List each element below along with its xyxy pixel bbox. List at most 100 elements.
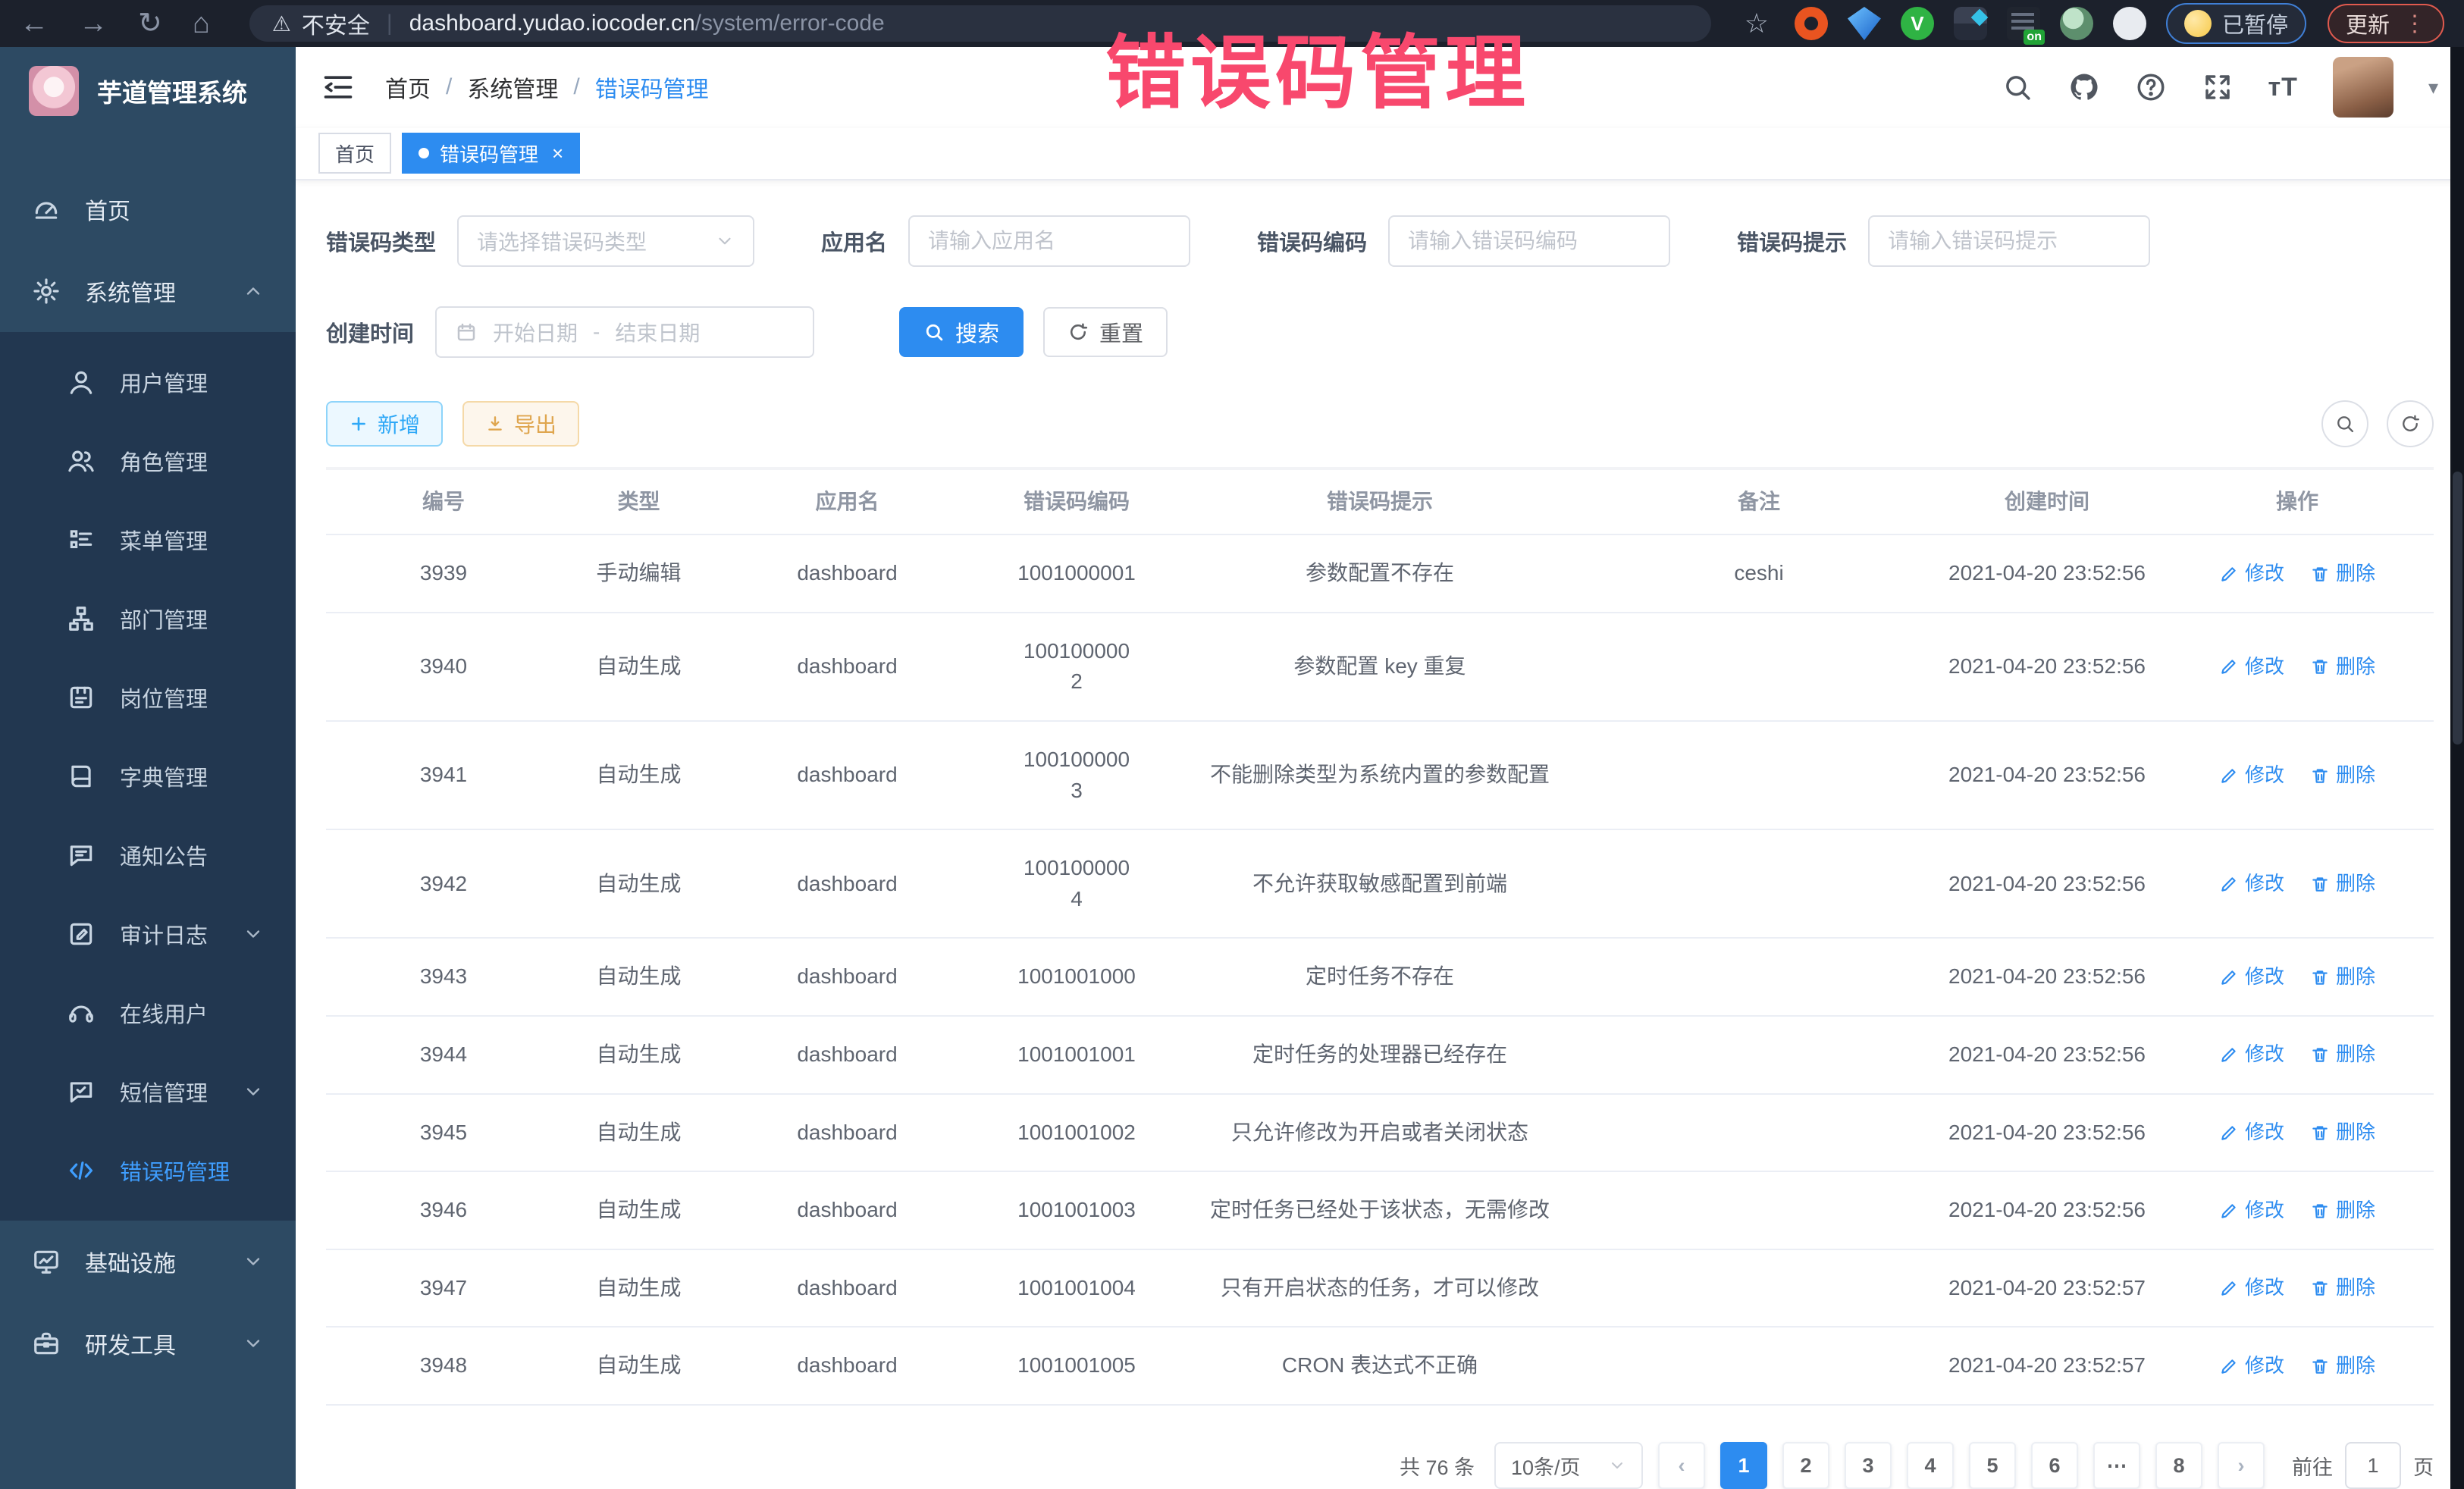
filter-app-name: 应用名 <box>821 215 1190 267</box>
search-button[interactable]: 搜索 <box>899 307 1024 357</box>
sidebar-item-infrastructure[interactable]: 基础设施 <box>0 1221 296 1302</box>
edit-link[interactable]: 修改 <box>2219 963 2284 992</box>
export-button[interactable]: 导出 <box>462 401 579 447</box>
avatar-caret-icon[interactable]: ▾ <box>2428 76 2438 99</box>
page-button-1[interactable]: 1 <box>1720 1442 1767 1489</box>
font-size-icon[interactable]: тT <box>2268 73 2298 102</box>
browser-update-button[interactable]: 更新 ⋮ <box>2328 4 2444 43</box>
sidebar-item-menu-mgmt[interactable]: 菜单管理 <box>0 500 296 579</box>
github-icon[interactable] <box>2068 71 2100 103</box>
extension-squares-icon[interactable] <box>1954 7 1987 40</box>
extension-gem-icon[interactable] <box>1848 7 1881 40</box>
edit-link[interactable]: 修改 <box>2219 761 2284 790</box>
sidebar-item-post-mgmt[interactable]: 岗位管理 <box>0 658 296 737</box>
edit-link[interactable]: 修改 <box>2219 1118 2284 1147</box>
fullscreen-icon[interactable] <box>2202 71 2234 103</box>
emoji-face-icon <box>2184 10 2212 37</box>
delete-link[interactable]: 删除 <box>2310 1352 2375 1381</box>
cell-msg: 参数配置不存在 <box>1175 535 1585 612</box>
sidebar-item-notice-mgmt[interactable]: 通知公告 <box>0 816 296 895</box>
edit-link[interactable]: 修改 <box>2219 560 2284 588</box>
browser-reload-icon[interactable]: ↻ <box>138 0 162 47</box>
toggle-search-button[interactable] <box>2321 400 2368 447</box>
page-size-value: 10条/页 <box>1511 1451 1581 1481</box>
sidebar-item-home[interactable]: 首页 <box>0 168 296 250</box>
close-icon[interactable]: × <box>552 142 563 165</box>
delete-link[interactable]: 删除 <box>2310 870 2375 898</box>
sidebar-item-dev-tools[interactable]: 研发工具 <box>0 1302 296 1384</box>
cell-id: 3940 <box>326 613 561 720</box>
delete-link[interactable]: 删除 <box>2310 1040 2375 1069</box>
breadcrumb-home[interactable]: 首页 <box>385 71 431 104</box>
page-button-5[interactable]: 5 <box>1969 1442 2016 1489</box>
delete-link[interactable]: 删除 <box>2310 560 2375 588</box>
extension-switch-icon[interactable]: on <box>2007 7 2040 40</box>
extension-puzzle-icon[interactable] <box>2113 7 2146 40</box>
app-name-input[interactable] <box>908 215 1190 267</box>
prev-page-button[interactable]: ‹ <box>1658 1442 1705 1489</box>
sidebar-item-system[interactable]: 系统管理 <box>0 250 296 332</box>
tag-error-code[interactable]: 错误码管理 × <box>402 133 580 174</box>
help-icon[interactable] <box>2135 71 2167 103</box>
bookmark-star-icon[interactable]: ☆ <box>1745 8 1769 39</box>
edit-link[interactable]: 修改 <box>2219 1352 2284 1381</box>
announcement-icon <box>67 841 96 870</box>
window-scrollbar[interactable] <box>2450 47 2464 1489</box>
refresh-table-button[interactable] <box>2387 400 2434 447</box>
sidebar-item-dept-mgmt[interactable]: 部门管理 <box>0 579 296 658</box>
page-button-8[interactable]: 8 <box>2155 1442 2202 1489</box>
sidebar-item-dict-mgmt[interactable]: 字典管理 <box>0 737 296 816</box>
tag-home[interactable]: 首页 <box>318 133 391 174</box>
annotation-overlay-text: 错误码管理 <box>1105 8 1530 124</box>
delete-link[interactable]: 删除 <box>2310 1196 2375 1225</box>
browser-home-icon[interactable]: ⌂ <box>193 0 210 47</box>
table-row: 3944 自动生成 dashboard 1001001001 定时任务的处理器已… <box>326 1017 2434 1095</box>
add-button[interactable]: 新增 <box>326 401 443 447</box>
paused-badge[interactable]: 已暂停 <box>2166 3 2306 44</box>
goto-page-input[interactable] <box>2345 1442 2401 1489</box>
more-pages-button[interactable]: ⋯ <box>2093 1442 2140 1489</box>
delete-link[interactable]: 删除 <box>2310 761 2375 790</box>
sidebar-item-error-code[interactable]: 错误码管理 <box>0 1131 296 1210</box>
hamburger-icon[interactable] <box>321 71 355 104</box>
edit-link[interactable]: 修改 <box>2219 1196 2284 1225</box>
delete-link[interactable]: 删除 <box>2310 653 2375 682</box>
search-icon[interactable] <box>2002 71 2033 103</box>
error-hint-input[interactable] <box>1868 215 2150 267</box>
cell-created: 2021-04-20 23:52:56 <box>1933 830 2161 937</box>
browser-menu-icon[interactable]: ⋮ <box>2403 11 2426 37</box>
breadcrumb-system[interactable]: 系统管理 <box>467 71 558 104</box>
sidebar-item-user-mgmt[interactable]: 用户管理 <box>0 343 296 422</box>
page-button-4[interactable]: 4 <box>1907 1442 1954 1489</box>
extension-orange-icon[interactable] <box>1795 7 1828 40</box>
error-code-input[interactable] <box>1388 215 1670 267</box>
page-button-3[interactable]: 3 <box>1845 1442 1892 1489</box>
page-size-select[interactable]: 10条/页 <box>1494 1442 1643 1489</box>
sidebar-item-sms-mgmt[interactable]: 短信管理 <box>0 1052 296 1131</box>
edit-link[interactable]: 修改 <box>2219 1274 2284 1302</box>
delete-link[interactable]: 删除 <box>2310 963 2375 992</box>
edit-link[interactable]: 修改 <box>2219 870 2284 898</box>
sidebar-item-online-users[interactable]: 在线用户 <box>0 973 296 1052</box>
edit-link[interactable]: 修改 <box>2219 1040 2284 1069</box>
user-avatar[interactable] <box>2333 57 2393 118</box>
page-button-6[interactable]: 6 <box>2031 1442 2078 1489</box>
browser-back-icon[interactable]: ← <box>20 0 49 47</box>
next-page-button[interactable]: › <box>2218 1442 2265 1489</box>
sidebar-logo[interactable]: 芋道管理系统 <box>0 47 296 135</box>
date-range-picker[interactable]: 开始日期 - 结束日期 <box>435 306 814 358</box>
sidebar-item-role-mgmt[interactable]: 角色管理 <box>0 422 296 500</box>
reset-button[interactable]: 重置 <box>1043 307 1168 357</box>
delete-link[interactable]: 删除 <box>2310 1118 2375 1147</box>
extension-green-v-icon[interactable]: V <box>1901 7 1934 40</box>
page-button-2[interactable]: 2 <box>1782 1442 1829 1489</box>
sidebar-item-audit-log[interactable]: 审计日志 <box>0 895 296 973</box>
tag-label: 错误码管理 <box>440 139 538 168</box>
delete-link[interactable]: 删除 <box>2310 1274 2375 1302</box>
browser-forward-icon[interactable]: → <box>79 0 108 47</box>
extension-key-icon[interactable] <box>2060 7 2093 40</box>
edit-link[interactable]: 修改 <box>2219 653 2284 682</box>
sidebar-item-label: 用户管理 <box>120 366 208 398</box>
scrollbar-thumb[interactable] <box>2453 472 2462 744</box>
error-type-select[interactable]: 请选择错误码类型 <box>457 215 754 267</box>
